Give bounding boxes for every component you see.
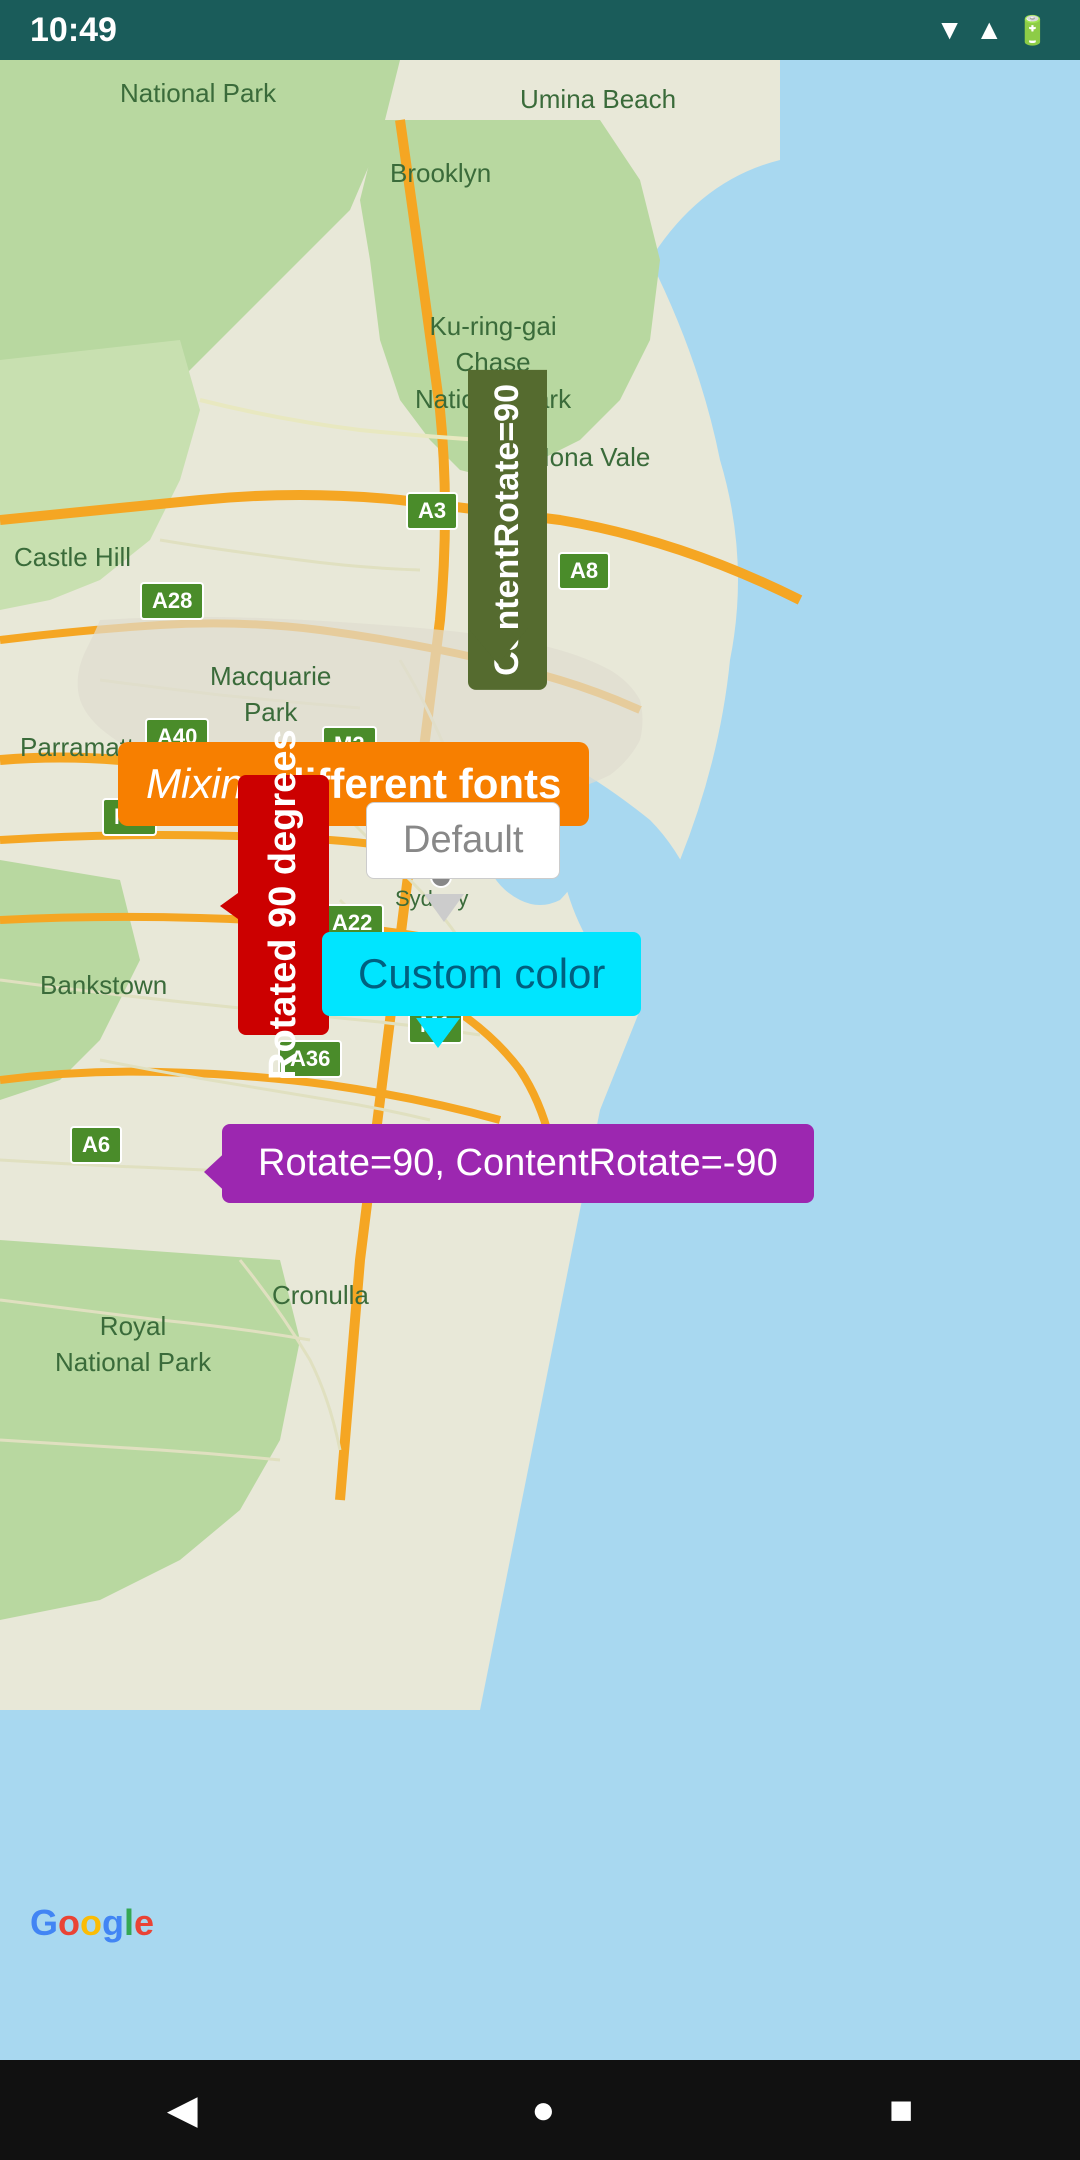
map-container[interactable]: National Park Umina Beach Brooklyn Ku-ri…	[0, 60, 1080, 2060]
back-button[interactable]: ◀	[167, 2087, 198, 2133]
google-logo: Google	[30, 1902, 154, 1944]
default-label-arrow	[424, 894, 464, 922]
wifi-icon: ▼	[936, 14, 964, 46]
status-time: 10:49	[30, 11, 117, 50]
recents-button[interactable]: ■	[889, 2088, 913, 2133]
rotate90-label: Rotate=90, ContentRotate=-90	[222, 1124, 814, 1203]
road-badge-a28: A28	[140, 582, 204, 620]
battery-icon: 🔋	[1015, 14, 1050, 47]
signal-icon: ▲	[975, 14, 1003, 46]
road-badge-a3: A3	[406, 492, 458, 530]
status-bar: 10:49 ▼ ▲ 🔋	[0, 0, 1080, 60]
status-icons: ▼ ▲ 🔋	[936, 14, 1050, 47]
home-button[interactable]: ●	[531, 2088, 555, 2133]
custom-color-label: Custom color	[322, 932, 641, 1016]
road-badge-a6: A6	[70, 1126, 122, 1164]
default-label: Default	[366, 802, 560, 879]
content-rotate-arrow	[468, 628, 528, 664]
rotate90-arrow	[204, 1146, 232, 1198]
rotated-90-arrow	[220, 880, 256, 932]
road-badge-a8: A8	[558, 552, 610, 590]
map-background	[0, 60, 1080, 2060]
custom-color-arrow	[416, 1018, 460, 1048]
nav-bar: ◀ ● ■	[0, 2060, 1080, 2160]
